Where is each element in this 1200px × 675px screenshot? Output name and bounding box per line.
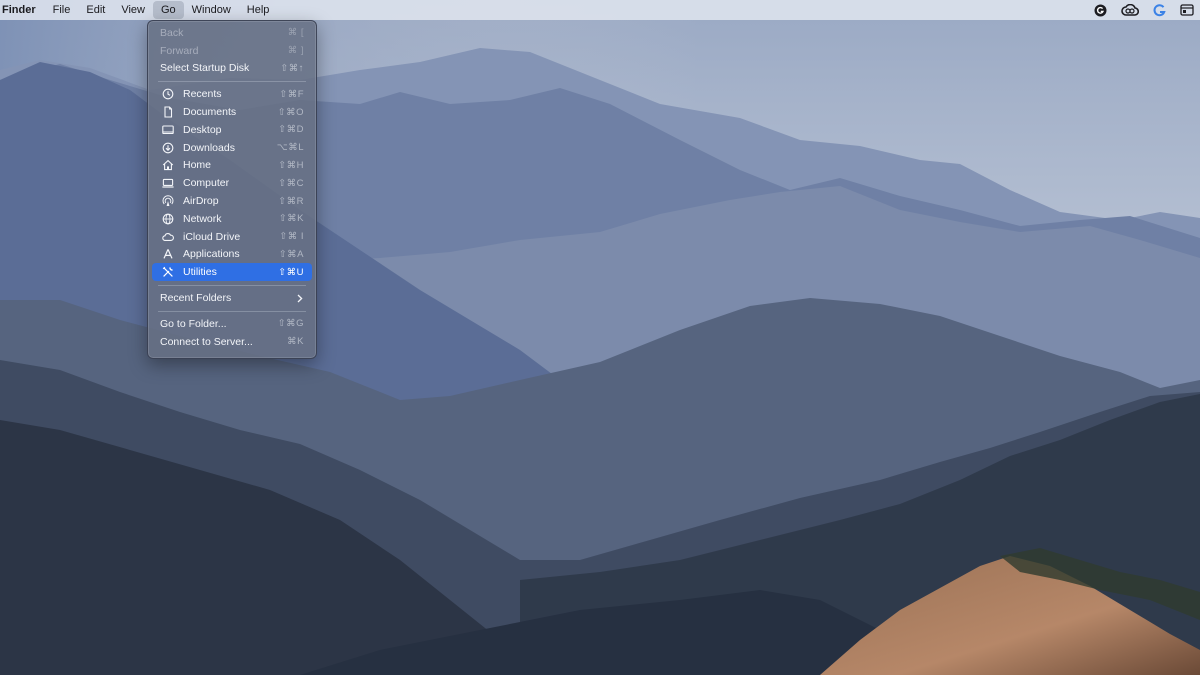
menu-item-documents[interactable]: Documents ⇧⌘O [152,103,312,121]
menu-item-shortcut: ⌘ ] [287,45,304,57]
menu-item-shortcut: ⌘ [ [287,27,304,39]
menu-view[interactable]: View [113,1,153,19]
applications-icon [162,248,174,260]
menu-item-desktop[interactable]: Desktop ⇧⌘D [152,121,312,139]
menu-item-shortcut: ⇧⌘ I [279,231,304,243]
menu-item-icloud-drive[interactable]: iCloud Drive ⇧⌘ I [152,228,312,246]
menu-help[interactable]: Help [239,1,278,19]
menu-item-airdrop[interactable]: AirDrop ⇧⌘R [152,192,312,210]
grammarly-icon[interactable] [1094,4,1107,17]
clock-icon [162,88,174,100]
menu-item-shortcut: ⇧⌘↑ [280,62,304,74]
menu-separator [158,81,306,83]
menu-edit[interactable]: Edit [78,1,113,19]
menu-item-shortcut: ⇧⌘D [278,124,304,136]
menu-item-applications[interactable]: Applications ⇧⌘A [152,246,312,264]
airdrop-icon [162,195,174,207]
menu-item-go-to-folder[interactable]: Go to Folder... ⇧⌘G [152,315,312,333]
menu-item-shortcut: ⌘K [287,336,304,348]
tools-icon [162,266,174,278]
menu-item-back[interactable]: Back ⌘ [ [152,24,312,42]
menu-item-shortcut: ⇧⌘G [277,318,304,330]
menu-separator [158,285,306,287]
menu-item-shortcut: ⇧⌘K [278,213,304,225]
desktop-icon [162,124,174,136]
status-icons [1094,0,1194,20]
menu-file[interactable]: File [45,1,79,19]
menu-item-shortcut: ⇧⌘H [278,159,304,171]
window-icon[interactable] [1180,4,1194,16]
menu-item-computer[interactable]: Computer ⇧⌘C [152,174,312,192]
menu-bar: Finder File Edit View Go Window Help [0,0,1200,20]
menu-item-shortcut: ⇧⌘C [278,177,304,189]
menu-item-label: Recent Folders [160,292,232,305]
menu-item-shortcut: ⌥⌘L [276,142,304,154]
app-menu-finder[interactable]: Finder [0,4,45,16]
menu-item-select-startup-disk[interactable]: Select Startup Disk ⇧⌘↑ [152,60,312,78]
menu-item-shortcut: ⇧⌘F [279,88,304,100]
globe-icon [162,213,174,225]
menu-item-connect-to-server[interactable]: Connect to Server... ⌘K [152,333,312,351]
menu-item-shortcut: ⇧⌘O [277,106,304,118]
menu-window[interactable]: Window [184,1,239,19]
menu-item-utilities[interactable]: Utilities ⇧⌘U [152,263,312,282]
chevron-right-icon [297,294,303,303]
menu-go[interactable]: Go [152,1,184,19]
menu-item-shortcut: ⇧⌘A [278,248,304,260]
menu-item-recent-folders[interactable]: Recent Folders [152,289,312,307]
menu-item-forward[interactable]: Forward ⌘ ] [152,42,312,60]
menu-item-home[interactable]: Home ⇧⌘H [152,157,312,175]
cloud-icon [162,231,174,243]
menu-item-shortcut: ⇧⌘R [278,195,304,207]
menu-item-shortcut: ⇧⌘U [278,266,304,278]
menu-item-downloads[interactable]: Downloads ⌥⌘L [152,139,312,157]
creative-cloud-icon[interactable] [1121,3,1139,17]
menu-item-recents[interactable]: Recents ⇧⌘F [152,85,312,103]
document-icon [162,106,174,118]
computer-icon [162,177,174,189]
g-app-icon[interactable] [1153,3,1166,17]
home-icon [162,159,174,171]
download-icon [162,142,174,154]
go-menu-dropdown: Back ⌘ [ Forward ⌘ ] Select Startup Disk… [147,20,317,359]
menu-separator [158,310,306,312]
menu-item-network[interactable]: Network ⇧⌘K [152,210,312,228]
